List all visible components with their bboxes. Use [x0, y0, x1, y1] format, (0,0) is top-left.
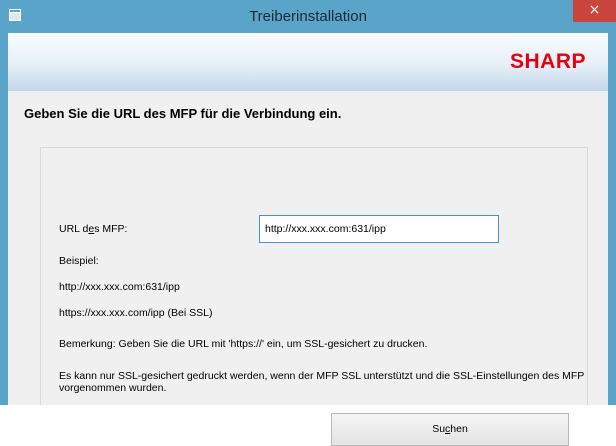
- window-title: Treiberinstallation: [249, 8, 367, 25]
- url-label-suffix: s MFP:: [94, 223, 128, 235]
- example-url-2: https://xxx.xxx.com/ipp (Bei SSL): [59, 307, 213, 319]
- installer-window: Treiberinstallation × SHARP Geben Sie di…: [0, 0, 616, 446]
- content-area: Geben Sie die URL des MFP für die Verbin…: [8, 91, 608, 446]
- brand-banner: SHARP: [8, 33, 608, 91]
- url-label-prefix: URL d: [59, 223, 89, 235]
- search-label-prefix: Su: [432, 423, 446, 435]
- url-field-label: URL des MFP:: [59, 223, 127, 235]
- close-icon: ×: [588, 2, 601, 18]
- example-label: Beispiel:: [59, 255, 99, 267]
- page-heading: Geben Sie die URL des MFP für die Verbin…: [24, 106, 342, 121]
- sharp-logo: SHARP: [509, 50, 586, 73]
- search-label-suffix: hen: [450, 423, 468, 435]
- example-url-1: http://xxx.xxx.com:631/ipp: [59, 281, 180, 293]
- ssl-remark: Bemerkung: Geben Sie die URL mit 'https:…: [59, 338, 428, 350]
- ssl-requirement-note: Es kann nur SSL-gesichert gedruckt werde…: [59, 370, 585, 394]
- window-client-area: SHARP Geben Sie die URL des MFP für die …: [8, 33, 608, 446]
- search-button[interactable]: Suchen: [331, 413, 569, 446]
- url-panel: URL des MFP: Beispiel: http://xxx.xxx.co…: [40, 147, 588, 446]
- close-button[interactable]: ×: [573, 0, 616, 22]
- mfp-url-input[interactable]: [259, 215, 499, 243]
- title-bar[interactable]: Treiberinstallation ×: [0, 0, 616, 33]
